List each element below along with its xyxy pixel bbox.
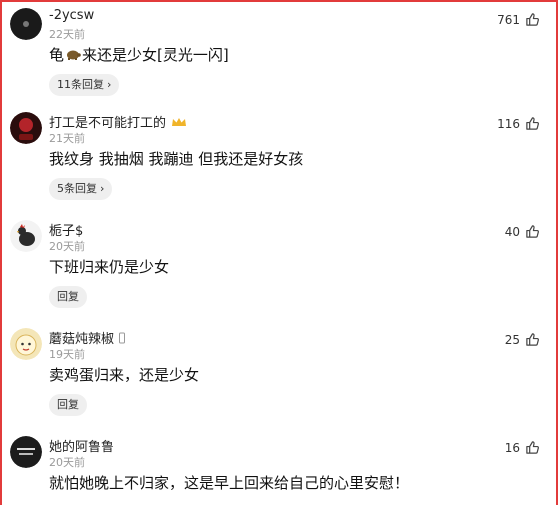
- like-button[interactable]: 25: [505, 332, 540, 347]
- rooster-avatar-icon: [10, 220, 42, 252]
- like-count: 16: [504, 440, 520, 455]
- username[interactable]: 她的阿鲁鲁: [49, 436, 114, 455]
- like-button[interactable]: 761: [497, 12, 540, 27]
- thumbs-up-icon: [525, 332, 540, 347]
- dark-text-avatar-icon: [10, 436, 42, 468]
- comment-item: 蘑菇炖辣椒 19天前 卖鸡蛋归来，还是少女 回复 25: [0, 328, 560, 436]
- thumbs-up-icon: [525, 12, 540, 27]
- chevron-right-icon: ›: [100, 182, 105, 195]
- username[interactable]: 栀子$: [49, 220, 83, 239]
- comment-time: 20天前: [49, 456, 85, 469]
- like-count: 116: [497, 116, 520, 131]
- comment-time: 20天前: [49, 240, 85, 253]
- username[interactable]: 打工是不可能打工的: [49, 112, 188, 131]
- view-replies-button[interactable]: 5条回复 ›: [49, 178, 113, 200]
- thumbs-up-icon: [525, 440, 540, 455]
- user-avatar[interactable]: [10, 436, 42, 468]
- like-button[interactable]: 16: [505, 440, 540, 455]
- view-replies-button[interactable]: 11条回复 ›: [49, 74, 120, 96]
- comment-text: 卖鸡蛋归来，还是少女: [49, 366, 200, 384]
- username[interactable]: -2ycsw: [49, 8, 94, 23]
- like-button[interactable]: 116: [497, 116, 540, 131]
- like-count: 40: [504, 224, 520, 239]
- cartoon-face-avatar-icon: [10, 328, 42, 360]
- reply-button[interactable]: 回复: [49, 394, 87, 416]
- comment-item: 她的阿鲁鲁 20天前 就怕她晚上不归家，这是早上回来给自己的心里安慰！ 16: [0, 436, 560, 505]
- comment-time: 19天前: [49, 348, 85, 361]
- comment-time: 21天前: [49, 132, 85, 145]
- user-avatar[interactable]: [10, 8, 42, 40]
- red-black-avatar-icon: [10, 112, 42, 144]
- like-button[interactable]: 40: [505, 224, 540, 239]
- comment-text: 就怕她晚上不归家，这是早上回来给自己的心里安慰！: [49, 474, 410, 492]
- badge-icon: [119, 332, 126, 348]
- dark-logo-avatar-icon: [10, 8, 42, 40]
- user-avatar[interactable]: [10, 220, 42, 252]
- comment-item: -2ycsw 22天前 龟来还是少女[灵光一闪] 11条回复 › 761: [0, 8, 560, 116]
- comment-item: 栀子$ 20天前 下班归来仍是少女 回复 40: [0, 220, 560, 328]
- comment-text: 下班归来仍是少女: [49, 258, 170, 276]
- like-count: 761: [497, 12, 520, 27]
- thumbs-up-icon: [525, 116, 540, 131]
- chevron-right-icon: ›: [107, 78, 112, 91]
- user-avatar[interactable]: [10, 112, 42, 144]
- comment-time: 22天前: [49, 28, 85, 41]
- comment-item: 打工是不可能打工的 21天前 我纹身 我抽烟 我蹦迪 但我还是好女孩 5条回复 ›…: [0, 112, 560, 220]
- turtle-emoji-icon: [65, 47, 81, 65]
- user-avatar[interactable]: [10, 328, 42, 360]
- reply-button[interactable]: 回复: [49, 286, 87, 308]
- username[interactable]: 蘑菇炖辣椒: [49, 328, 126, 348]
- comment-text: 我纹身 我抽烟 我蹦迪 但我还是好女孩: [49, 150, 304, 168]
- like-count: 25: [504, 332, 520, 347]
- crown-badge-icon: [171, 116, 187, 131]
- comment-text: 龟来还是少女[灵光一闪]: [49, 46, 229, 65]
- thumbs-up-icon: [525, 224, 540, 239]
